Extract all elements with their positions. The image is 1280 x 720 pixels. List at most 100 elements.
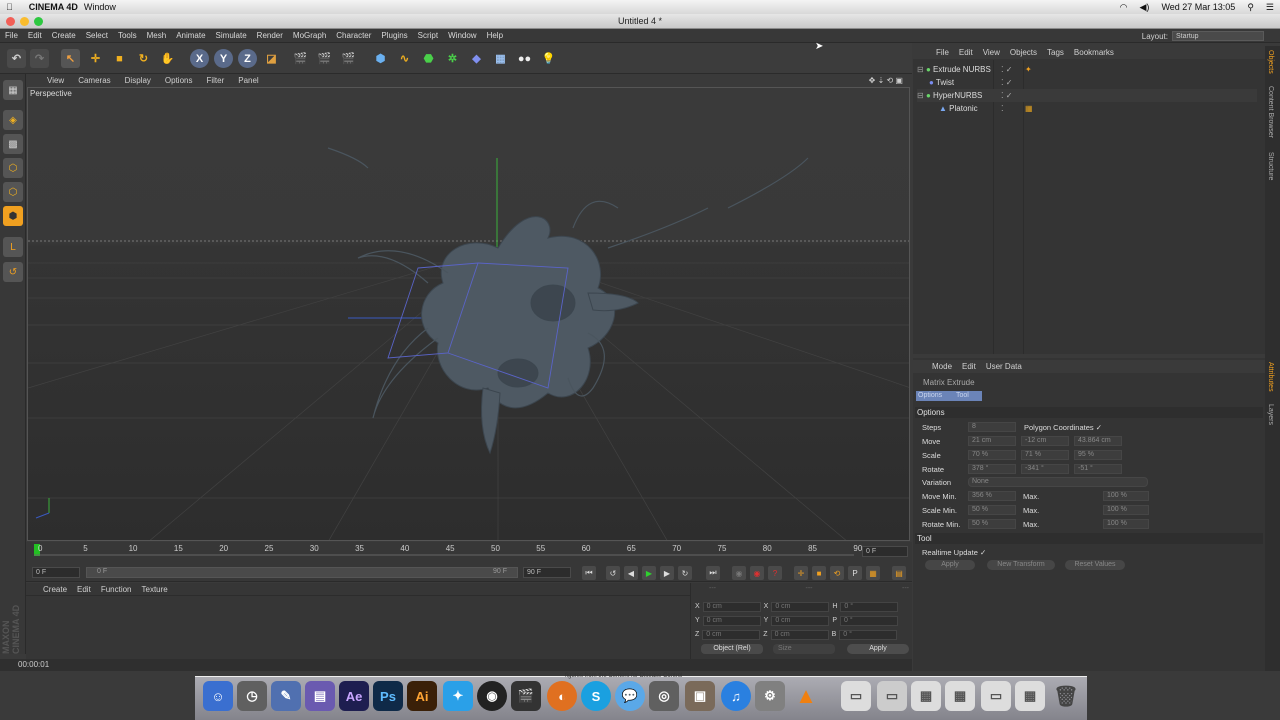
size-mode-dropdown[interactable]: Size: [773, 644, 835, 654]
reset-values-button[interactable]: Reset Values: [1065, 560, 1125, 570]
objects-menu-tags[interactable]: Tags: [1042, 48, 1069, 57]
render-picture-viewer-icon[interactable]: 🎬: [315, 49, 334, 68]
tab-structure[interactable]: Structure: [1267, 152, 1274, 180]
model-mode-icon[interactable]: ◈: [3, 110, 23, 130]
vlc-icon[interactable]: ▲: [791, 681, 821, 711]
visibility-dots-icon[interactable]: ⁚ ✓: [1001, 89, 1012, 102]
visibility-dots-icon[interactable]: ⁚ ✓: [1001, 76, 1012, 89]
previous-key-icon[interactable]: ↺: [606, 566, 620, 580]
wifi-icon[interactable]: ◠: [1114, 2, 1134, 13]
viewport-menu-cameras[interactable]: Cameras: [71, 76, 117, 85]
volume-icon[interactable]: ◀): [1134, 2, 1156, 13]
rotate-h-field[interactable]: 378 °: [968, 464, 1016, 474]
menu-animate[interactable]: Animate: [171, 31, 210, 40]
firefox-icon[interactable]: ◐: [547, 681, 577, 711]
document-icon[interactable]: ▦: [1015, 681, 1045, 711]
scale-min-field[interactable]: 50 %: [968, 505, 1016, 515]
menu-character[interactable]: Character: [331, 31, 376, 40]
illustrator-icon[interactable]: Ai: [407, 681, 437, 711]
floor-icon[interactable]: ▦: [491, 49, 510, 68]
move-z-field[interactable]: 43.864 cm: [1074, 436, 1122, 446]
viewport-menu-panel[interactable]: Panel: [231, 76, 265, 85]
menu-mograph[interactable]: MoGraph: [288, 31, 331, 40]
menu-plugins[interactable]: Plugins: [376, 31, 412, 40]
cube-primitive-icon[interactable]: ⬢: [371, 49, 390, 68]
after-effects-icon[interactable]: Ae: [339, 681, 369, 711]
edges-mode-icon[interactable]: ⬡: [3, 182, 23, 202]
keyframe-selection-icon[interactable]: ?: [768, 566, 782, 580]
rotation-p-field[interactable]: 0 °: [840, 615, 899, 626]
render-settings-icon[interactable]: 🎬: [339, 49, 358, 68]
trash-icon[interactable]: 🗑: [1051, 681, 1081, 711]
layout-dropdown[interactable]: Startup: [1172, 31, 1264, 41]
spotlight-icon[interactable]: ⚲: [1241, 2, 1260, 13]
tab-objects[interactable]: Objects: [1267, 50, 1274, 74]
live-selection-icon[interactable]: ↖: [61, 49, 80, 68]
nurbs-icon[interactable]: ⬣: [419, 49, 438, 68]
move-tool-icon[interactable]: ✛: [86, 49, 105, 68]
polygons-mode-icon[interactable]: ⬢: [3, 206, 23, 226]
points-mode-icon[interactable]: ⬡: [3, 158, 23, 178]
spline-icon[interactable]: ∿: [395, 49, 414, 68]
twitter-icon[interactable]: ✦: [443, 681, 473, 711]
object-row-extrude-nurbs[interactable]: ⊟ ● Extrude NURBS ⁚ ✓ ✦: [917, 63, 1257, 76]
rotate-b-field[interactable]: -51 °: [1074, 464, 1122, 474]
tab-content-browser[interactable]: Content Browser: [1267, 86, 1274, 138]
menu-file[interactable]: File: [0, 31, 23, 40]
z-axis-icon[interactable]: Z: [238, 49, 257, 68]
messages-icon[interactable]: 💬: [615, 681, 645, 711]
attributes-menu-mode[interactable]: Mode: [927, 362, 957, 371]
current-frame-field[interactable]: 0 F: [862, 546, 908, 557]
make-editable-icon[interactable]: ▦: [3, 80, 23, 100]
viewport-menu-filter[interactable]: Filter: [199, 76, 231, 85]
tab-layers[interactable]: Layers: [1267, 404, 1274, 425]
menu-render[interactable]: Render: [252, 31, 288, 40]
range-slider[interactable]: 0 F 90 F: [86, 567, 518, 578]
folder-icon[interactable]: ▤: [305, 681, 335, 711]
material-menu-create[interactable]: Create: [38, 585, 72, 594]
mac-app-menu[interactable]: CINEMA 4D: [19, 2, 78, 12]
key-parameter-icon[interactable]: P: [848, 566, 862, 580]
size-x-field[interactable]: 0 cm: [771, 601, 830, 612]
go-to-start-icon[interactable]: ⏮: [582, 566, 596, 580]
light-icon[interactable]: 💡: [539, 49, 558, 68]
mac-clock[interactable]: Wed 27 Mar 13:05: [1155, 2, 1241, 12]
deformer-icon[interactable]: ◆: [467, 49, 486, 68]
key-rotation-icon[interactable]: ⟲: [830, 566, 844, 580]
move-min-field[interactable]: 356 %: [968, 491, 1016, 501]
position-y-field[interactable]: 0 cm: [702, 615, 761, 626]
close-window-icon[interactable]: [6, 17, 15, 26]
menu-simulate[interactable]: Simulate: [211, 31, 252, 40]
viewport-nav-icons[interactable]: ✥ ⇣ ⟲ ▣: [862, 76, 910, 85]
array-icon[interactable]: ✲: [443, 49, 462, 68]
tab-options[interactable]: Options: [916, 391, 950, 401]
next-frame-icon[interactable]: ▶: [660, 566, 674, 580]
key-pla-icon[interactable]: ▦: [866, 566, 880, 580]
rotate-min-field[interactable]: 50 %: [968, 519, 1016, 529]
visibility-dots-icon[interactable]: ⁚ ✓: [1001, 63, 1012, 76]
camera-icon[interactable]: ●●: [515, 49, 534, 68]
phong-tag-icon[interactable]: ✦: [1025, 63, 1032, 76]
objects-menu-bookmarks[interactable]: Bookmarks: [1069, 48, 1119, 57]
go-to-end-icon[interactable]: ⏭: [706, 566, 720, 580]
visibility-dots-icon[interactable]: ⁚: [1001, 102, 1004, 115]
menu-edit[interactable]: Edit: [23, 31, 47, 40]
material-menu-function[interactable]: Function: [96, 585, 137, 594]
variation-dropdown[interactable]: None: [968, 477, 1148, 487]
document-icon[interactable]: ▭: [981, 681, 1011, 711]
autokey-icon[interactable]: ◉: [750, 566, 764, 580]
itunes-icon[interactable]: ♫: [721, 681, 751, 711]
redo-icon[interactable]: ↷: [30, 49, 49, 68]
play-icon[interactable]: ▶: [642, 566, 656, 580]
objects-menu-file[interactable]: File: [931, 48, 954, 57]
viewport-menu-options[interactable]: Options: [158, 76, 200, 85]
scale-z-field[interactable]: 95 %: [1074, 450, 1122, 460]
notification-icon[interactable]: ☰: [1260, 2, 1280, 13]
scale-max-field[interactable]: 100 %: [1103, 505, 1149, 515]
material-menu-edit[interactable]: Edit: [72, 585, 96, 594]
rotate-tool-icon[interactable]: ↻: [134, 49, 153, 68]
tab-attributes[interactable]: Attributes: [1267, 362, 1274, 392]
menu-tools[interactable]: Tools: [113, 31, 142, 40]
texture-tag-icon[interactable]: ▦: [1025, 102, 1033, 115]
objects-menu-edit[interactable]: Edit: [954, 48, 978, 57]
